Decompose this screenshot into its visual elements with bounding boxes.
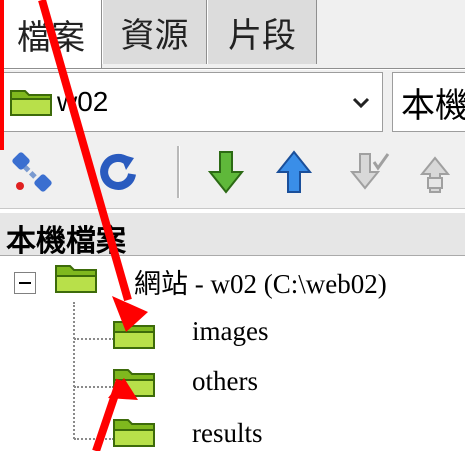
location-row: w02 本機: [0, 70, 465, 136]
folder-icon: [113, 419, 155, 447]
check-out-icon: [419, 156, 451, 193]
tree-item-label: others: [192, 366, 258, 396]
refresh-button[interactable]: [90, 144, 146, 200]
put-button[interactable]: [266, 144, 322, 200]
tree-guide-line: [74, 438, 114, 440]
tab-files-label: 檔案: [17, 18, 85, 57]
tab-snippets-label: 片段: [228, 16, 296, 55]
check-out-button[interactable]: [410, 144, 465, 200]
folder-icon: [113, 369, 155, 397]
connect-button[interactable]: [4, 144, 60, 200]
view-select-value: 本機: [401, 86, 465, 125]
get-button[interactable]: [198, 144, 254, 200]
file-tree: 網站 - w02 (C:\web02) images others result…: [0, 256, 465, 451]
collapse-toggle[interactable]: [14, 272, 36, 294]
tree-guide-line: [73, 302, 75, 439]
tab-files[interactable]: 檔案: [0, 0, 102, 68]
tree-root-label[interactable]: 網站 - w02 (C:\web02): [134, 262, 387, 301]
connect-icon: [12, 152, 52, 192]
column-header[interactable]: 本機檔案: [0, 212, 465, 258]
toolbar-separator: [177, 146, 180, 198]
view-select[interactable]: 本機: [392, 72, 465, 132]
tab-assets[interactable]: 資源: [102, 0, 207, 64]
toolbar: [0, 136, 465, 209]
chevron-down-icon: [352, 97, 370, 109]
folder-icon: [10, 90, 52, 116]
check-in-button[interactable]: [340, 144, 396, 200]
column-header-label: 本機檔案: [6, 225, 126, 258]
put-icon: [275, 150, 313, 193]
get-icon: [207, 151, 245, 194]
tree-item-label: images: [192, 316, 269, 346]
tab-snippets[interactable]: 片段: [207, 0, 317, 64]
folder-open-icon: [55, 265, 97, 293]
tree-guide-line: [74, 386, 114, 388]
tree-guide-line: [74, 338, 114, 340]
files-panel: 檔案 資源 片段 w02 本機 本機檔案 網站 - w02 (C:\web02)…: [0, 0, 465, 451]
folder-icon: [113, 321, 155, 349]
tab-bar: 檔案 資源 片段: [0, 0, 465, 69]
site-select[interactable]: w02: [0, 72, 383, 132]
site-select-value: w02: [57, 86, 109, 117]
tab-assets-label: 資源: [120, 16, 189, 55]
refresh-icon: [100, 153, 136, 190]
tree-item-label: results: [192, 418, 263, 448]
check-in-icon: [349, 153, 390, 190]
